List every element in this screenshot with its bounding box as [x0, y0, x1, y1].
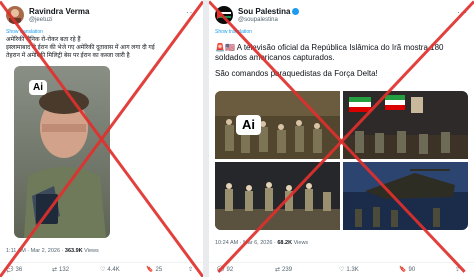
emoji-prefix: 🚨🇺🇸 — [215, 43, 235, 52]
reply-count: 36 — [15, 267, 23, 273]
post-text: 🚨🇺🇸 A televisão oficial da República Isl… — [215, 43, 443, 79]
heart-icon: ♡ — [100, 267, 106, 273]
bookmark-icon: 🔖 — [146, 267, 154, 273]
reply-count: 92 — [226, 267, 234, 273]
post-text-line: तेहरान में अमेरिकी मिलिट्री बेस पर ईरान … — [6, 53, 130, 59]
action-bar: 💬92 ⇄239 ♡1.3K 🔖90 ⇪ — [209, 262, 474, 273]
post-image-grid[interactable]: Ai — [215, 91, 468, 230]
repost-button[interactable]: ⇄ 239 — [275, 266, 292, 273]
post-image[interactable]: Ai — [14, 66, 110, 238]
display-name[interactable]: Ravindra Verma — [29, 7, 89, 16]
bookmark-button[interactable]: 🔖 90 — [399, 266, 415, 273]
user-handle[interactable]: @jeetuzi — [29, 17, 52, 23]
views-label: Views — [82, 248, 99, 254]
bookmark-count: 25 — [155, 267, 163, 273]
like-button[interactable]: ♡ 4.4K — [100, 266, 120, 273]
like-count: 1.3K — [346, 267, 359, 273]
display-name[interactable]: Sou Palestina — [238, 7, 300, 16]
like-count: 4.4K — [107, 267, 120, 273]
views-label: Views — [292, 240, 309, 246]
right-post-header: Sou Palestina @soupalestina ··· — [215, 6, 468, 26]
bookmark-count: 90 — [408, 267, 416, 273]
views-count: 68.2K — [277, 240, 293, 246]
post-text-line: soldados americanos capturados. — [215, 53, 335, 62]
action-bar: 💬 36 ⇄ 132 ♡ 4.4K 🔖 25 ⇪ — [0, 262, 203, 273]
repost-icon: ⇄ — [275, 267, 281, 273]
bookmark-button[interactable]: 🔖 25 — [146, 266, 162, 273]
left-post-header: Ravindra Verma @jeetuzi ··· — [6, 6, 197, 26]
repost-count: 239 — [282, 267, 293, 273]
left-post-card: Ravindra Verma @jeetuzi ··· Show transla… — [0, 0, 203, 277]
repost-icon: ⇄ — [52, 267, 58, 273]
heart-icon: ♡ — [339, 267, 345, 273]
views-count: 363.9K — [64, 248, 83, 254]
verified-badge-icon — [292, 8, 300, 15]
ai-badge: Ai — [29, 80, 47, 95]
repost-count: 132 — [59, 267, 70, 273]
repost-button[interactable]: ⇄ 132 — [52, 266, 69, 273]
like-button[interactable]: ♡ 1.3K — [339, 266, 359, 273]
post-text-segment: A televisão oficial da República Islâmic… — [236, 43, 444, 52]
ai-badge: Ai — [236, 115, 261, 135]
post-text-line: इस्लामाबाद से ईरान की भेजे गए अमेरिकी दू… — [6, 45, 155, 51]
share-icon: ⇪ — [188, 267, 194, 273]
user-handle[interactable]: @soupalestina — [238, 17, 278, 23]
right-post-card: Sou Palestina @soupalestina ··· Show tra… — [209, 0, 474, 277]
post-meta: 10:24 AM · Mar 6, 2026 · 68.2K Views — [215, 240, 308, 246]
bookmark-icon: 🔖 — [399, 267, 407, 273]
